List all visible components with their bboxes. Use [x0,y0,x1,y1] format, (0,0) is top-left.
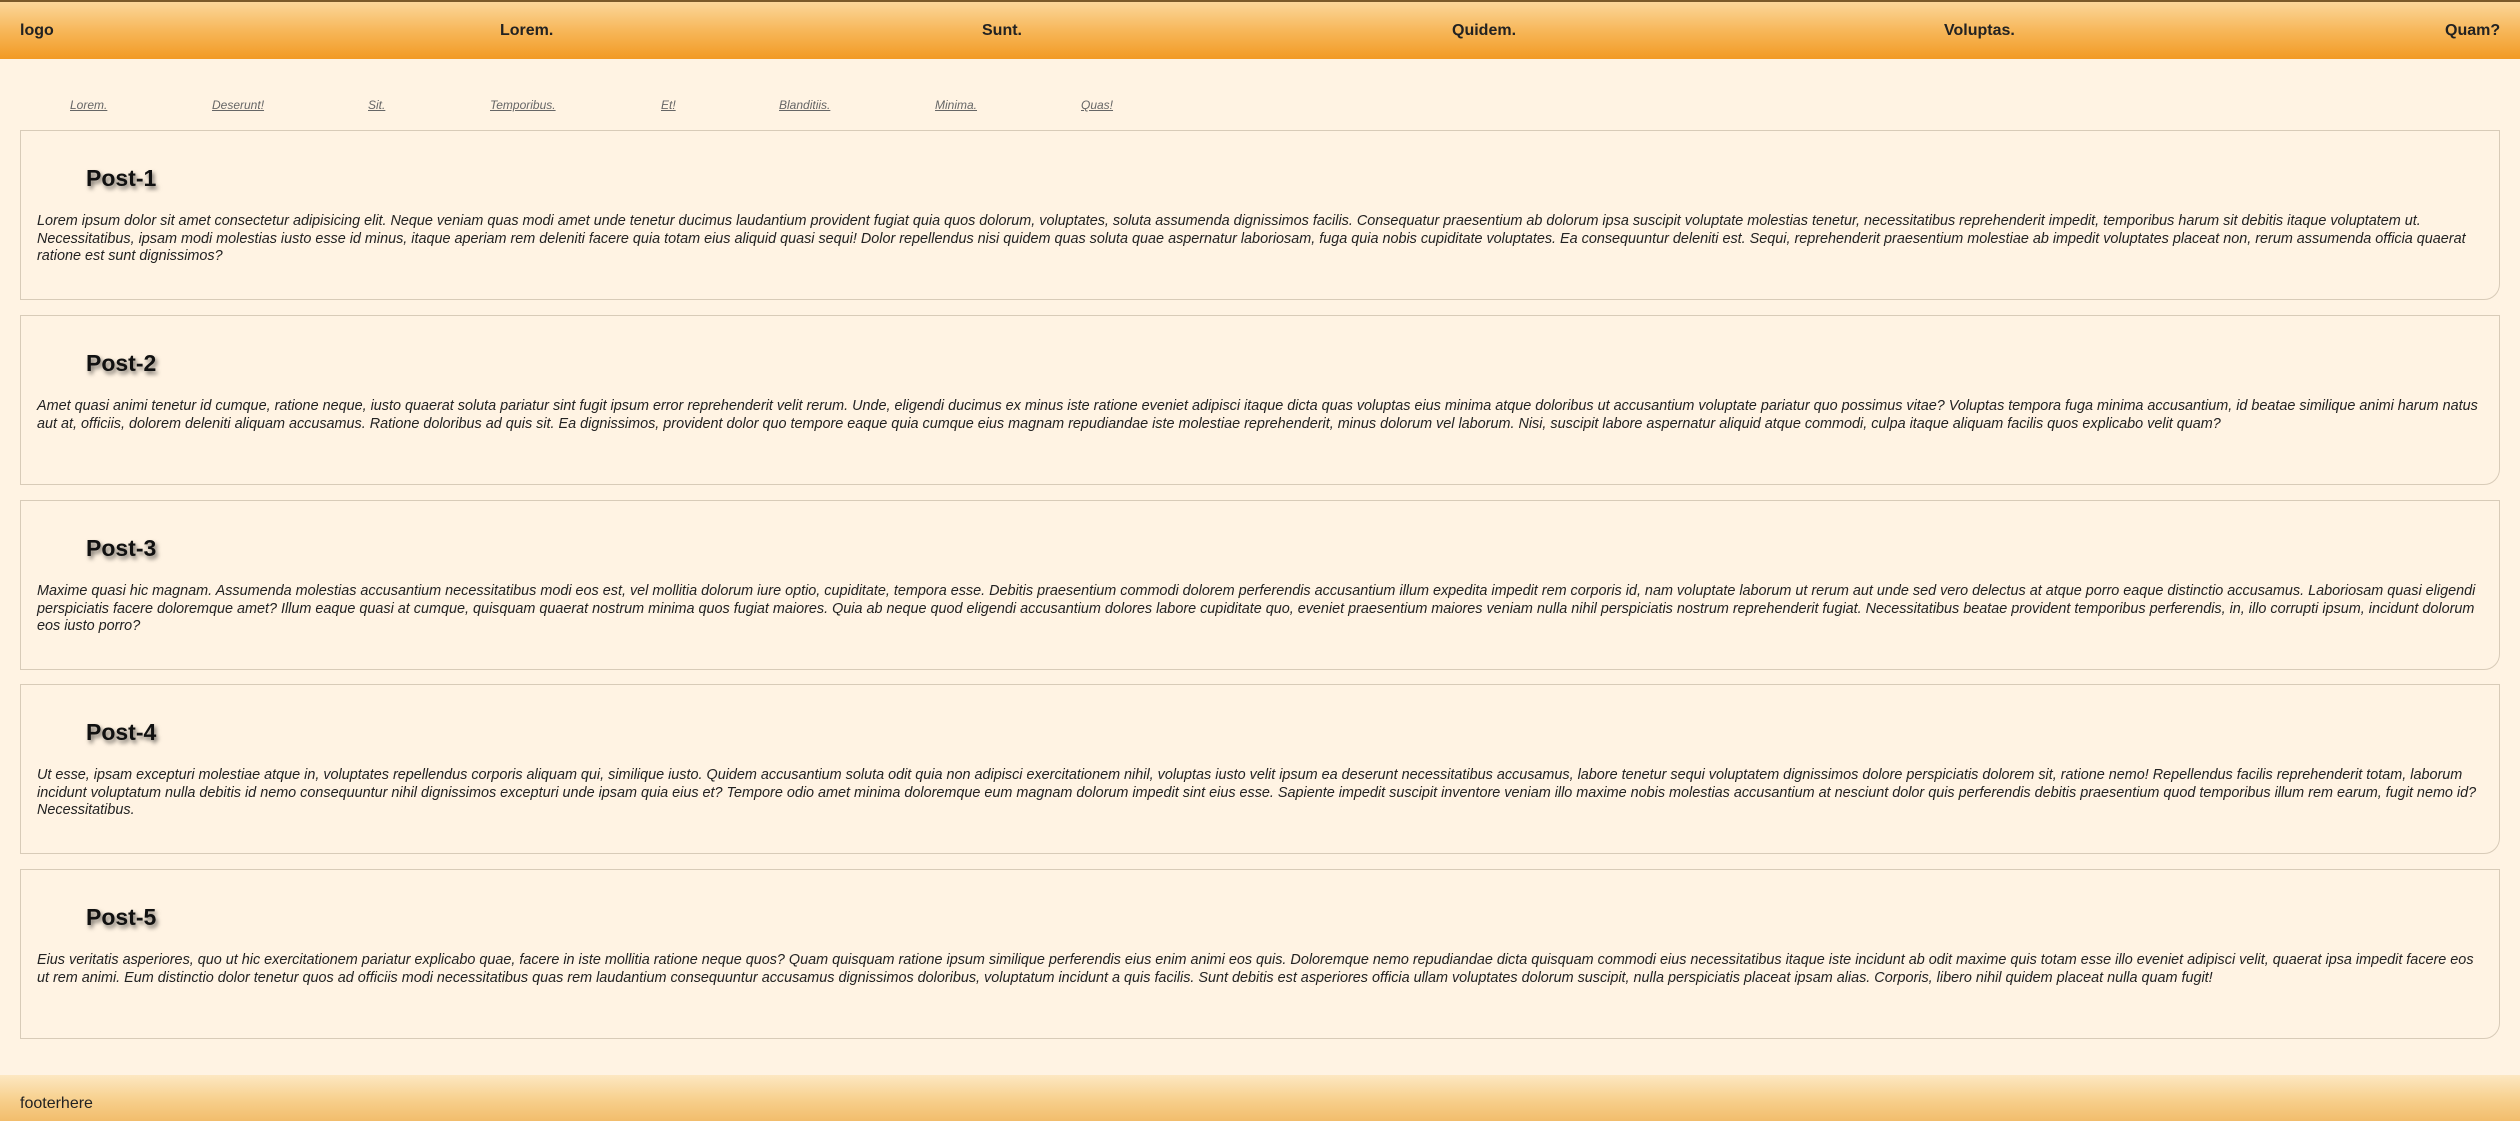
subnav-link-sit[interactable]: Sit. [368,98,385,112]
subnav-link-minima[interactable]: Minima. [935,98,977,112]
sub-navigation: Lorem. Deserunt! Sit. Temporibus. Et! Bl… [0,98,1200,114]
post-title: Post-5 [86,904,157,930]
post-body: Amet quasi animi tenetur id cumque, rati… [37,398,2478,432]
nav-link-voluptas[interactable]: Voluptas. [1944,22,2015,40]
post-title: Post-3 [86,535,157,561]
post-card: Post-2 Amet quasi animi tenetur id cumqu… [20,315,2500,485]
nav-link-lorem[interactable]: Lorem. [500,22,553,40]
footer-text: footerhere [20,1095,93,1112]
subnav-link-lorem[interactable]: Lorem. [70,98,107,112]
logo-alt-text: logo [20,22,54,39]
nav-link-sunt[interactable]: Sunt. [982,22,1022,40]
subnav-link-quas[interactable]: Quas! [1081,98,1113,112]
post-title: Post-1 [86,165,157,191]
subnav-link-et[interactable]: Et! [661,98,676,112]
post-card: Post-5 Eius veritatis asperiores, quo ut… [20,869,2500,1039]
post-card: Post-3 Maxime quasi hic magnam. Assumend… [20,500,2500,670]
site-header: logo Lorem. Sunt. Quidem. Voluptas. Quam… [0,0,2520,59]
post-title: Post-4 [86,719,157,745]
subnav-link-temporibus[interactable]: Temporibus. [490,98,556,112]
nav-link-quam[interactable]: Quam? [2445,22,2500,40]
post-body: Eius veritatis asperiores, quo ut hic ex… [37,952,2474,986]
site-footer: footerhere [0,1075,2520,1121]
post-card: Post-4 Ut esse, ipsam excepturi molestia… [20,684,2500,854]
post-body: Lorem ipsum dolor sit amet consectetur a… [37,213,2466,264]
post-body: Ut esse, ipsam excepturi molestiae atque… [37,767,2477,818]
logo-image[interactable]: logo [20,22,54,40]
post-title: Post-2 [86,350,157,376]
post-body: Maxime quasi hic magnam. Assumenda moles… [37,583,2476,634]
post-card: Post-1 Lorem ipsum dolor sit amet consec… [20,130,2500,300]
nav-link-quidem[interactable]: Quidem. [1452,22,1516,40]
subnav-link-deserunt[interactable]: Deserunt! [212,98,264,112]
subnav-link-blanditiis[interactable]: Blanditiis. [779,98,830,112]
